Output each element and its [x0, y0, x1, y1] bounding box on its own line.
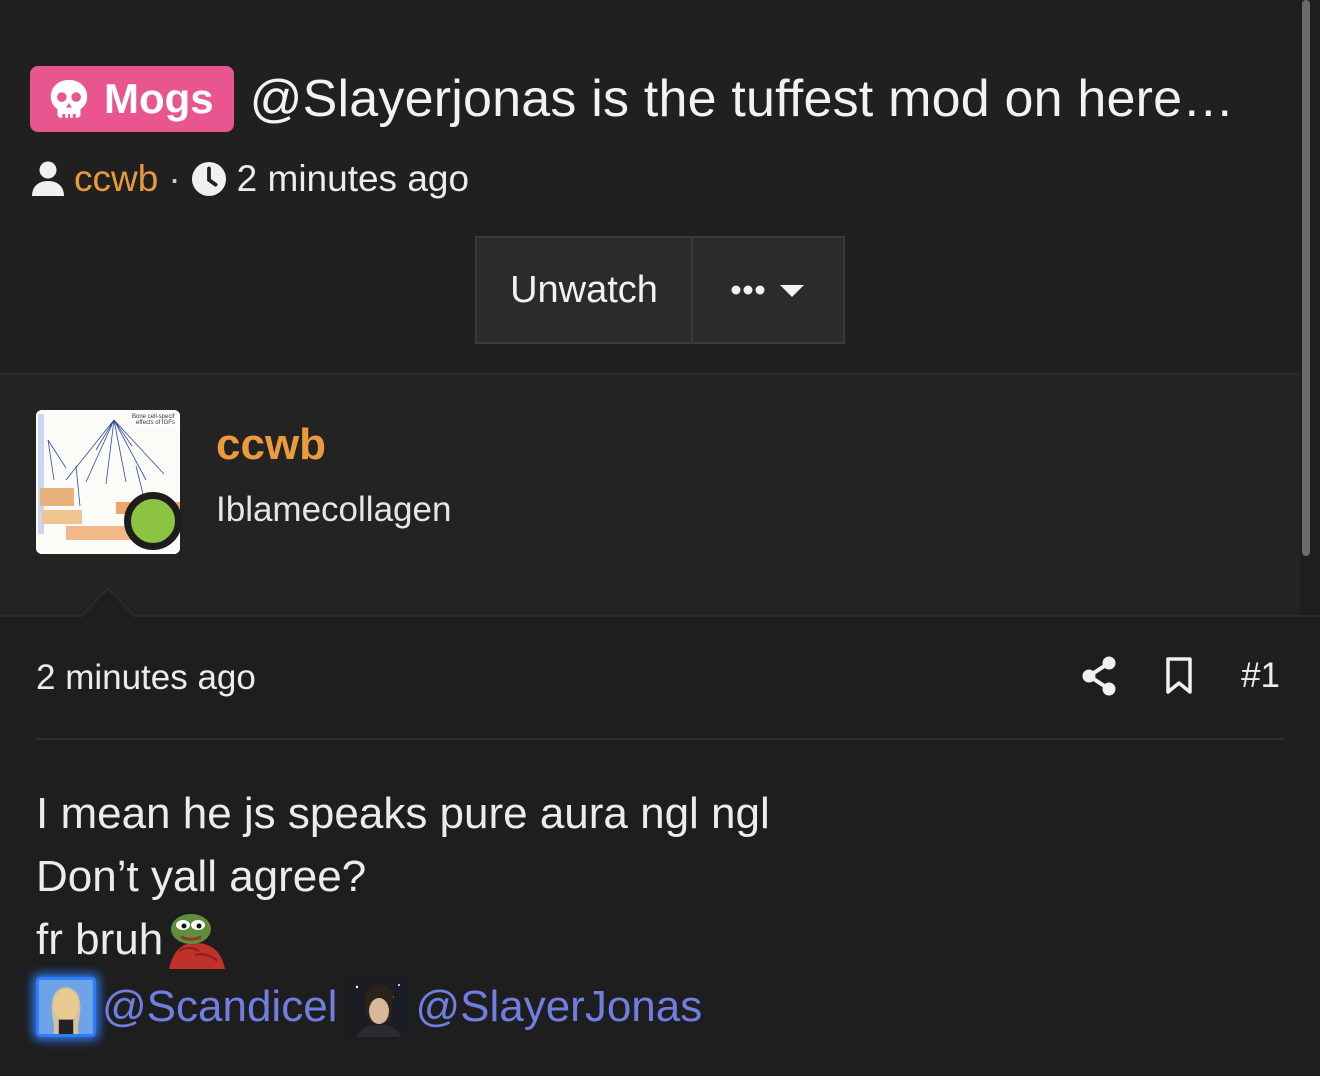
caret-down-icon: [731, 285, 804, 297]
post-line: Don’t yall agree?: [36, 852, 367, 901]
more-options-button[interactable]: [693, 238, 843, 342]
post-time[interactable]: 2 minutes ago: [36, 658, 256, 698]
share-icon[interactable]: [1081, 656, 1117, 696]
post-divider: [0, 615, 1320, 617]
pepe-emoji: [169, 913, 226, 969]
mention-line: @Scandicel @SlayerJonas: [36, 975, 770, 1038]
svg-text:effects of IGFs: effects of IGFs: [136, 420, 175, 426]
post-header-divider: [36, 738, 1284, 740]
post-number-link[interactable]: #1: [1241, 656, 1280, 696]
mention-scandicel[interactable]: @Scandicel: [102, 975, 337, 1038]
unwatch-button[interactable]: Unwatch: [477, 238, 693, 342]
post-line-text: fr bruh: [36, 915, 164, 964]
clock-icon: [191, 161, 226, 197]
mention-avatar-slayerjonas: [349, 976, 410, 1037]
post-user-panel: [0, 375, 1300, 615]
thread-time[interactable]: 2 minutes ago: [237, 158, 469, 200]
thread-header: Mogs @Slayerjonas is the tuffest mod on …: [0, 0, 1300, 374]
poster-user-title: Iblamecollagen: [216, 490, 452, 529]
thread-tag-label: Mogs: [104, 75, 214, 122]
thread-page: Mogs @Slayerjonas is the tuffest mod on …: [0, 0, 1320, 1076]
meta-separator: ·: [168, 158, 181, 199]
online-status-indicator: [124, 492, 182, 550]
thread-title: @Slayerjonas is the tuffest mod on here…: [249, 70, 1235, 128]
thread-action-group: Unwatch: [475, 236, 845, 344]
thread-author-link[interactable]: ccwb: [74, 158, 158, 200]
message-pointer-fill: [82, 590, 134, 617]
scrollbar[interactable]: [1302, 0, 1310, 556]
post-line-with-emoji: fr bruh: [36, 908, 770, 971]
thread-title-row: Mogs @Slayerjonas is the tuffest mod on …: [30, 66, 1234, 132]
post-actions: #1: [1081, 656, 1280, 696]
thread-meta: ccwb · 2 minutes ago: [30, 158, 469, 200]
post-line: I mean he js speaks pure aura ngl ngl: [36, 789, 770, 838]
mention-avatar-scandicel: [36, 976, 96, 1037]
skull-icon: [50, 79, 88, 118]
bookmark-icon[interactable]: [1161, 656, 1197, 696]
poster-avatar[interactable]: Bone cell-specif effects of IGFs: [36, 410, 182, 556]
post-body: I mean he js speaks pure aura ngl ngl Do…: [36, 782, 770, 1038]
poster-username[interactable]: ccwb: [216, 420, 326, 470]
mention-slayerjonas[interactable]: @SlayerJonas: [415, 975, 702, 1038]
thread-tag[interactable]: Mogs: [30, 66, 234, 132]
user-icon: [32, 161, 64, 196]
